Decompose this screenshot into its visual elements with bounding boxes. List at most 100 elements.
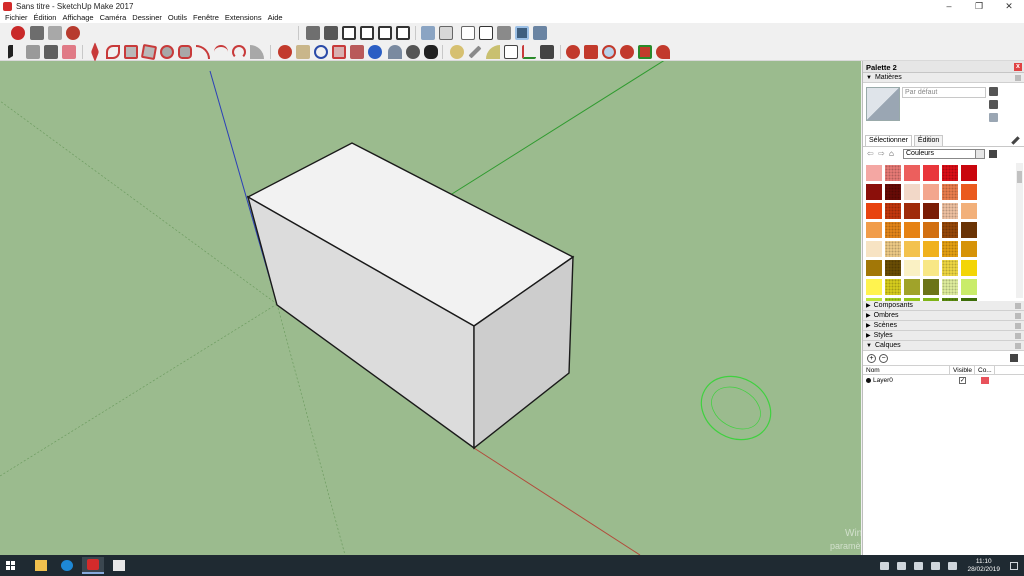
polygon-icon[interactable] [178, 45, 192, 59]
zoom-extents-icon[interactable] [638, 45, 652, 59]
section-scenes-header[interactable]: ▶ Scènes [863, 321, 1024, 331]
color-swatch[interactable] [942, 165, 958, 181]
follow-me-icon[interactable] [332, 45, 346, 59]
scrollbar-thumb[interactable] [1017, 171, 1022, 183]
home-icon[interactable]: ⌂ [889, 150, 897, 158]
volume-icon[interactable] [931, 561, 941, 570]
color-swatch[interactable] [904, 241, 920, 257]
color-swatch[interactable] [866, 241, 882, 257]
material-name-field[interactable]: Par défaut [902, 87, 986, 98]
menu-fichier[interactable]: Fichier [2, 13, 31, 22]
orbit-icon[interactable] [566, 45, 580, 59]
forward-arrow-icon[interactable]: ⇨ [878, 150, 886, 158]
3d-warehouse-icon[interactable] [11, 26, 25, 40]
two-point-arc-icon[interactable] [214, 45, 228, 59]
section-menu-icon[interactable] [1015, 313, 1021, 319]
people-icon[interactable] [880, 561, 890, 570]
walk-icon[interactable] [424, 45, 438, 59]
panel-close-icon[interactable]: x [1014, 63, 1022, 71]
color-swatch[interactable] [866, 184, 882, 200]
minimize-button[interactable]: – [934, 0, 964, 12]
color-swatch[interactable] [942, 279, 958, 295]
taskbar-edge[interactable] [56, 557, 78, 574]
select-arrow-icon[interactable] [8, 45, 22, 59]
color-swatch[interactable] [866, 260, 882, 276]
menu-aide[interactable]: Aide [265, 13, 286, 22]
shaded-icon[interactable] [497, 26, 511, 40]
front-view-icon[interactable] [342, 26, 356, 40]
color-swatch[interactable] [942, 241, 958, 257]
share-component-icon[interactable] [30, 26, 44, 40]
sample-eyedropper-icon[interactable] [1011, 136, 1020, 145]
section-shadows-header[interactable]: ▶ Ombres [863, 311, 1024, 321]
rotate-icon[interactable] [314, 45, 328, 59]
color-swatch[interactable] [961, 260, 977, 276]
taskbar-sketchup[interactable] [82, 557, 104, 574]
swatch-scrollbar[interactable] [1016, 163, 1023, 298]
scene-canvas[interactable] [0, 61, 861, 555]
pan-icon[interactable] [584, 45, 598, 59]
color-swatch[interactable] [904, 260, 920, 276]
color-swatch[interactable] [866, 165, 882, 181]
taskbar-clock[interactable]: 11:10 28/02/2019 [967, 558, 1000, 574]
color-swatch[interactable] [904, 184, 920, 200]
axes-icon[interactable] [522, 45, 536, 59]
iso-view-icon[interactable] [306, 26, 320, 40]
top-view-icon[interactable] [324, 26, 338, 40]
color-swatch[interactable] [923, 203, 939, 219]
three-point-arc-icon[interactable] [232, 45, 246, 59]
color-swatch[interactable] [885, 222, 901, 238]
tape-measure-icon[interactable] [450, 45, 464, 59]
tab-edit[interactable]: Édition [913, 135, 944, 146]
text-icon[interactable] [504, 45, 518, 59]
monochrome-icon[interactable] [533, 26, 547, 40]
zoom-icon[interactable] [602, 45, 616, 59]
layers-details-arrow-icon[interactable] [1010, 354, 1018, 362]
right-view-icon[interactable] [360, 26, 374, 40]
model-viewport[interactable]: Windows paramètres pour activer Windows. [0, 61, 861, 555]
color-swatch[interactable] [904, 203, 920, 219]
menu-outils[interactable]: Outils [165, 13, 190, 22]
section-components-header[interactable]: ▶ Composants [863, 301, 1024, 311]
color-swatch[interactable] [961, 279, 977, 295]
extension-warehouse-icon[interactable] [48, 26, 62, 40]
look-around-icon[interactable] [406, 45, 420, 59]
tab-select[interactable]: Sélectionner [865, 135, 912, 146]
menu-extensions[interactable]: Extensions [222, 13, 265, 22]
color-swatch[interactable] [904, 222, 920, 238]
color-swatch[interactable] [923, 222, 939, 238]
layer-color-swatch[interactable] [981, 376, 989, 384]
color-swatch[interactable] [885, 241, 901, 257]
protractor-icon[interactable] [486, 45, 500, 59]
section-menu-icon[interactable] [1015, 333, 1021, 339]
paint-bucket-icon[interactable] [44, 45, 58, 59]
3d-text-icon[interactable] [540, 45, 554, 59]
back-arrow-icon[interactable]: ⇦ [867, 150, 875, 158]
color-swatch[interactable] [885, 203, 901, 219]
back-edges-icon[interactable] [439, 26, 453, 40]
color-swatch[interactable] [923, 260, 939, 276]
shaded-textures-icon[interactable] [515, 26, 529, 40]
section-menu-icon[interactable] [1015, 75, 1021, 81]
menu-affichage[interactable]: Affichage [59, 13, 96, 22]
wireframe-icon[interactable] [461, 26, 475, 40]
freehand-icon[interactable] [106, 45, 120, 59]
move-icon[interactable] [278, 45, 292, 59]
layer-row[interactable]: Layer0 ✓ [863, 375, 1024, 385]
sample-paint-icon[interactable] [989, 113, 998, 122]
notification-center-icon[interactable] [1010, 561, 1018, 570]
push-pull-icon[interactable] [296, 45, 310, 59]
col-visible[interactable]: Visible [950, 366, 975, 374]
rotated-rectangle-icon[interactable] [140, 43, 158, 61]
color-swatch[interactable] [923, 165, 939, 181]
color-swatch[interactable] [961, 184, 977, 200]
zoom-window-icon[interactable] [620, 45, 634, 59]
section-menu-icon[interactable] [1015, 323, 1021, 329]
maximize-button[interactable]: ❐ [964, 0, 994, 12]
taskbar-photos[interactable] [108, 557, 130, 574]
section-layers-header[interactable]: ▼ Calques [863, 341, 1024, 351]
color-swatch[interactable] [885, 279, 901, 295]
xray-icon[interactable] [421, 26, 435, 40]
color-swatch[interactable] [866, 203, 882, 219]
color-swatch[interactable] [885, 184, 901, 200]
